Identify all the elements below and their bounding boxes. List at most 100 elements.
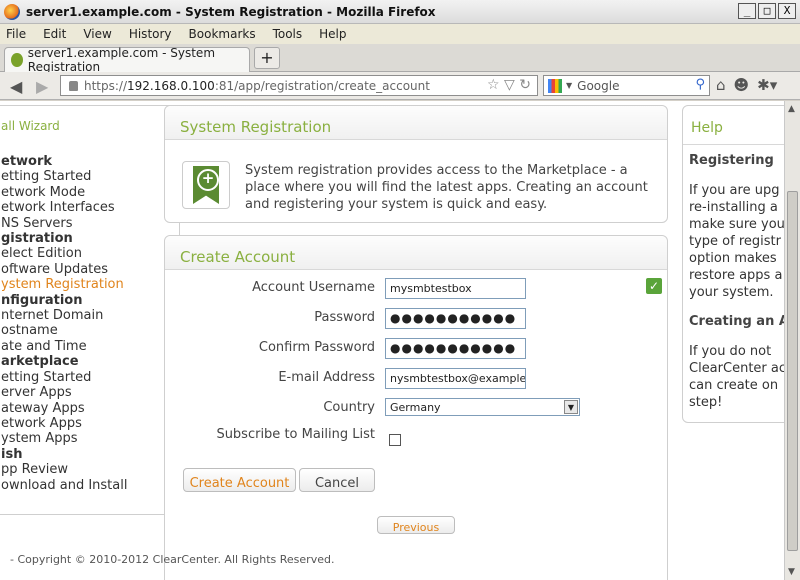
wizard-section-heading: nfiguration (1, 292, 83, 308)
wizard-section-heading: ish (1, 446, 23, 462)
cancel-button[interactable]: Cancel (299, 468, 375, 492)
menu-tools[interactable]: Tools (273, 27, 303, 41)
email-input[interactable]: nysmbtestbox@example.com (385, 368, 526, 389)
url-bar[interactable]: https:// 192.168.0.100 :81/app/registrat… (60, 75, 538, 96)
scroll-down-icon[interactable]: ▼ (788, 567, 795, 577)
email-label: E-mail Address (278, 370, 375, 385)
home-icon[interactable]: ⌂ (716, 76, 726, 94)
menu-bookmarks[interactable]: Bookmarks (189, 27, 256, 41)
window-titlebar: server1.example.com - System Registratio… (0, 0, 800, 24)
help-line: type of registr (689, 234, 781, 249)
search-bar[interactable]: ▼ Google ⚲ (543, 75, 710, 96)
help-title: Help (691, 120, 723, 136)
menu-view[interactable]: View (83, 27, 111, 41)
wizard-step-link[interactable]: pp Review (1, 462, 127, 477)
window-controls: _ □ X (738, 3, 796, 19)
marketplace-bookmark-icon (182, 161, 230, 209)
favicon-icon (11, 53, 23, 67)
tools-icon[interactable]: ✱▾ (757, 76, 777, 94)
back-arrow-icon[interactable]: ◀ (10, 77, 22, 96)
divider (683, 144, 784, 145)
wizard-steps: etwork etting Started etwork Mode etwork In… (1, 154, 127, 493)
help-heading-creating: Creating an A (689, 314, 784, 329)
help-line: your system. (689, 285, 774, 300)
footer-copyright: - Copyright © 2010-2012 ClearCenter. All… (10, 553, 335, 566)
wizard-step-link[interactable]: elect Edition (1, 246, 127, 261)
help-paragraph-2: If you do not ClearCenter ac can create … (689, 343, 784, 411)
help-heading-registering: Registering (689, 153, 774, 168)
panel-title: System Registration (165, 106, 667, 140)
help-paragraph-1: If you are upg re-installing a make sure… (689, 182, 784, 301)
toolbar-icons: ⌂ ☻ ✱▾ (716, 76, 777, 94)
valid-check-icon: ✓ (646, 278, 662, 294)
tab-bar: server1.example.com - System Registratio… (0, 44, 800, 74)
vertical-scrollbar[interactable]: ▲ ▼ (784, 101, 800, 580)
new-tab-button[interactable]: + (254, 47, 280, 69)
wizard-step-link[interactable]: etting Started (1, 169, 127, 184)
search-placeholder: Google (577, 78, 620, 93)
password-label: Password (314, 310, 375, 325)
wizard-step-link[interactable]: etting Started (1, 370, 127, 385)
confirm-password-label: Confirm Password (258, 340, 375, 355)
menu-file[interactable]: File (6, 27, 26, 41)
search-dropdown-icon[interactable]: ▼ (566, 81, 572, 90)
wizard-section-heading: etwork (1, 154, 53, 169)
forward-arrow-icon[interactable]: ▶ (36, 77, 48, 96)
wizard-step-link[interactable]: etwork Apps (1, 416, 127, 431)
wizard-step-link[interactable]: erver Apps (1, 385, 127, 400)
previous-button[interactable]: Previous (377, 516, 455, 534)
firefox-logo-icon (4, 3, 20, 20)
wizard-step-link[interactable]: etwork Interfaces (1, 200, 127, 215)
wizard-step-link[interactable]: nternet Domain (1, 308, 127, 323)
wizard-step-link[interactable]: ownload and Install (1, 478, 127, 493)
bookmark-star-icon[interactable]: ☆ ▽ ↻ (487, 77, 531, 93)
username-input[interactable]: mysmbtestbox (385, 278, 526, 299)
wizard-step-link[interactable]: NS Servers (1, 216, 127, 231)
chevron-down-icon[interactable]: ▼ (564, 400, 578, 414)
help-body: Registering If you are upg re-installing… (689, 152, 784, 423)
wizard-step-link[interactable]: etwork Mode (1, 185, 127, 200)
menu-history[interactable]: History (129, 27, 172, 41)
help-line: If you are upg (689, 183, 780, 198)
search-icon[interactable]: ⚲ (695, 77, 705, 92)
help-panel: Help Registering If you are upg re-insta… (682, 105, 784, 423)
wizard-step-link[interactable]: oftware Updates (1, 262, 127, 277)
registration-description: System registration provides access to t… (245, 163, 648, 212)
subscribe-label: Subscribe to Mailing List (216, 427, 375, 442)
navigation-bar: ◀ ▶ https:// 192.168.0.100 :81/app/regis… (0, 72, 800, 100)
menu-edit[interactable]: Edit (43, 27, 66, 41)
wizard-section-heading: gistration (1, 231, 73, 247)
help-line: option makes (689, 251, 777, 266)
system-registration-panel: System Registration System registration … (164, 105, 668, 223)
maximize-button[interactable]: □ (758, 3, 776, 19)
wizard-step-link[interactable]: ystem Registration (1, 277, 127, 292)
help-line: restore apps a (689, 268, 783, 283)
wizard-step-link[interactable]: ystem Apps (1, 431, 127, 446)
country-select[interactable]: Germany ▼ (385, 398, 580, 416)
wizard-sidebar: all Wizard etwork etting Started etwork Mo… (0, 105, 180, 515)
addon-icon[interactable]: ☻ (734, 76, 750, 94)
close-button[interactable]: X (778, 3, 796, 19)
wizard-section-heading: arketplace (1, 354, 79, 370)
google-logo-icon (548, 78, 562, 93)
wizard-step-link[interactable]: ateway Apps (1, 401, 127, 416)
help-line: step! (689, 395, 723, 410)
country-value: Germany (390, 401, 441, 414)
scroll-up-icon[interactable]: ▲ (788, 104, 795, 114)
minimize-button[interactable]: _ (738, 3, 756, 19)
help-line: can create on (689, 378, 779, 393)
create-account-button[interactable]: Create Account (183, 468, 296, 492)
scrollbar-thumb[interactable] (787, 191, 798, 551)
wizard-step-link[interactable]: ate and Time (1, 339, 127, 354)
confirm-password-input[interactable]: ●●●●●●●●●●● (385, 338, 526, 359)
wizard-step-link[interactable]: ostname (1, 323, 127, 338)
url-path: :81/app/registration/create_account (214, 78, 430, 93)
url-prefix: https:// (84, 78, 128, 93)
window-title: server1.example.com - System Registratio… (26, 4, 436, 19)
password-input[interactable]: ●●●●●●●●●●● (385, 308, 526, 329)
tab-label: server1.example.com - System Registratio… (27, 46, 216, 74)
menu-help[interactable]: Help (319, 27, 346, 41)
subscribe-checkbox[interactable] (389, 434, 401, 446)
help-line: If you do not (689, 344, 772, 359)
tab-system-registration[interactable]: server1.example.com - System Registratio… (4, 46, 250, 74)
